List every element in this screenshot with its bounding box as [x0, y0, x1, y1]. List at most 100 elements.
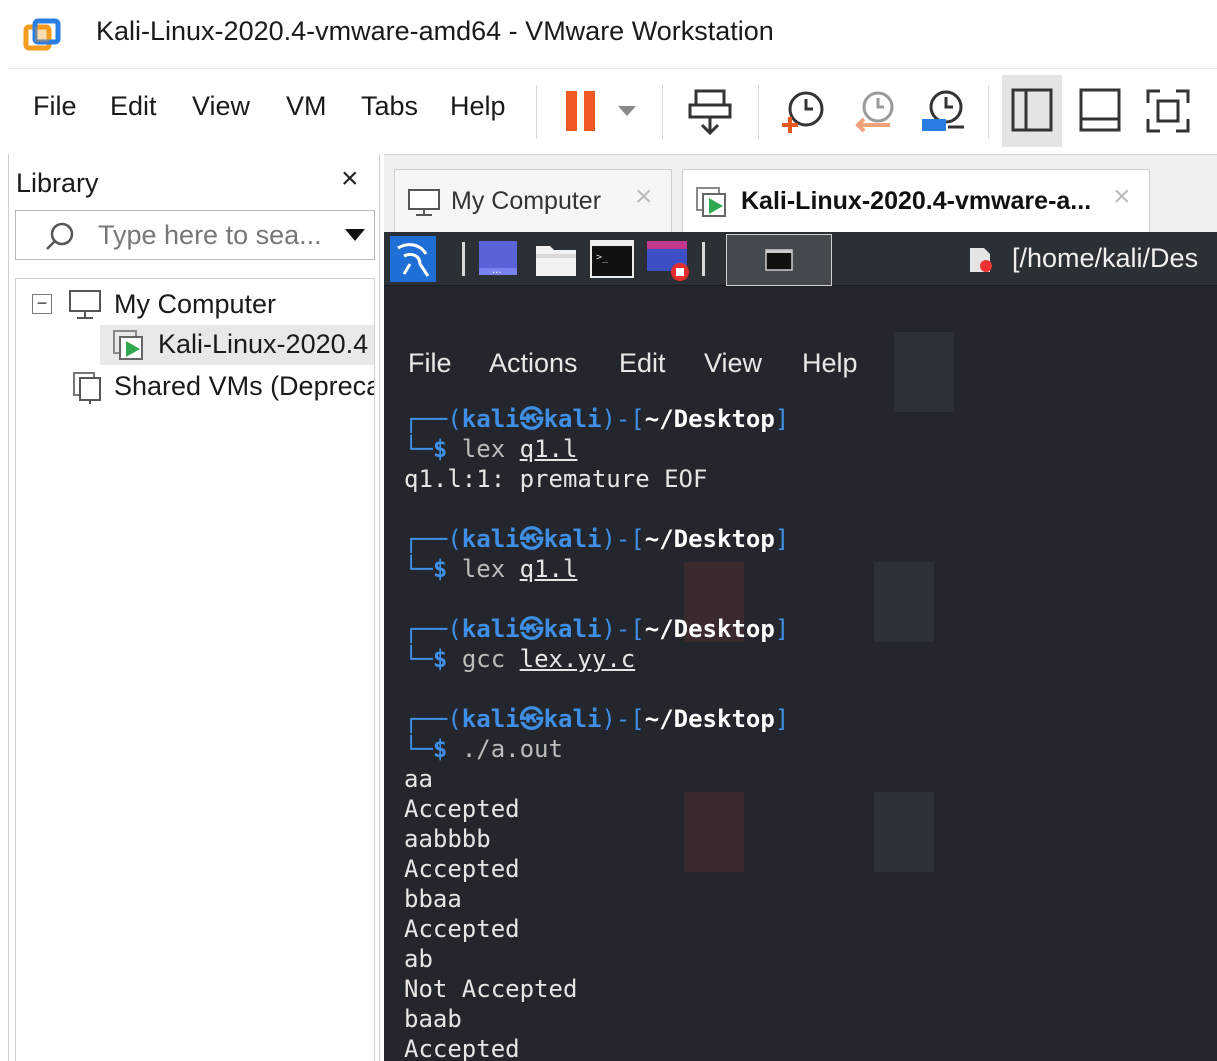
prompt-frame: ]	[774, 705, 790, 733]
prompt-frame: ]	[774, 405, 790, 433]
toolbar-separator	[536, 85, 537, 139]
terminal-prompt-line: ┌──(kali㉿kali)-[~/Desktop]	[404, 524, 789, 554]
full-screen-icon[interactable]	[1144, 87, 1192, 135]
command-name: gcc	[461, 645, 506, 673]
tree-item-label: Kali-Linux-2020.4	[158, 329, 369, 359]
take-snapshot-icon[interactable]	[780, 87, 828, 135]
prompt-frame: └─	[404, 435, 433, 463]
show-desktop-icon[interactable]: ...	[478, 240, 518, 278]
vmware-logo-icon	[23, 18, 61, 51]
desktop-file-icon	[684, 792, 744, 872]
prompt-user-host: kali㉿kali	[461, 615, 602, 643]
terminal-prompt-line: ┌──(kali㉿kali)-[~/Desktop]	[404, 404, 789, 434]
library-title: Library	[16, 168, 99, 198]
thumbnail-bar-icon[interactable]	[1078, 87, 1122, 133]
svg-text:>_: >_	[596, 252, 609, 263]
prompt-dollar: $	[432, 555, 462, 583]
menu-edit[interactable]: Edit	[110, 91, 157, 122]
menu-help[interactable]: Help	[450, 91, 506, 122]
terminal-menu-edit[interactable]: Edit	[619, 348, 666, 379]
command-name: lex	[461, 435, 506, 463]
terminal-command-line: └─$ gcc lex.yy.c	[404, 644, 635, 674]
tree-item-my-computer[interactable]: − My Computer	[16, 285, 374, 325]
svg-text:...: ...	[492, 265, 502, 276]
window-title: Kali-Linux-2020.4-vmware-amd64 - VMware …	[96, 16, 774, 46]
command-space	[505, 645, 519, 673]
revert-snapshot-icon[interactable]	[850, 87, 898, 135]
terminal-output-line: Accepted	[404, 1035, 520, 1061]
collapse-icon[interactable]: −	[32, 294, 52, 314]
prompt-frame: )-[	[601, 405, 645, 433]
terminal-output-line: baab	[404, 1005, 462, 1033]
panel-separator	[702, 242, 705, 276]
terminal-menu-help[interactable]: Help	[802, 348, 858, 379]
command-argument: q1.l	[519, 435, 578, 463]
terminal-launcher-icon[interactable]: >_	[590, 240, 634, 278]
terminal-menu-actions[interactable]: Actions	[489, 348, 578, 379]
terminal-command-line: └─$ lex q1.l	[404, 434, 577, 464]
show-library-toggle[interactable]	[1002, 75, 1062, 147]
shared-vms-icon	[73, 372, 101, 404]
terminal-command-line: └─$ ./a.out	[404, 734, 563, 764]
library-search-box	[15, 210, 375, 260]
prompt-user-host: kali㉿kali	[461, 705, 602, 733]
show-library-icon	[1011, 88, 1053, 132]
terminal-output-line: Accepted	[404, 915, 520, 943]
prompt-cwd: ~/Desktop	[644, 615, 775, 643]
command-name: lex	[461, 555, 506, 583]
toolbar-separator	[988, 85, 989, 139]
menu-file[interactable]: File	[33, 91, 77, 122]
title-bar: Kali-Linux-2020.4-vmware-amd64 - VMware …	[0, 0, 1217, 68]
library-tree: − My Computer Kali-Linux-2020.4 Shared V…	[15, 278, 375, 1061]
screen-recorder-icon[interactable]	[646, 240, 692, 282]
prompt-cwd: ~/Desktop	[644, 705, 775, 733]
pause-icon[interactable]	[560, 87, 602, 135]
terminal-output-line: aabbbb	[404, 825, 491, 853]
taskbar-terminal-window[interactable]	[726, 234, 832, 286]
terminal-output-line: bbaa	[404, 885, 462, 913]
prompt-frame: ┌──(	[404, 525, 462, 553]
prompt-frame: )-[	[601, 525, 645, 553]
menu-vm[interactable]: VM	[286, 91, 327, 122]
snapshot-manager-icon[interactable]	[918, 87, 968, 135]
guest-top-panel: ... >_ [/home/kali/Des	[384, 232, 1217, 286]
terminal-output-line: Accepted	[404, 795, 520, 823]
prompt-dollar: $	[432, 645, 462, 673]
prompt-frame: )-[	[601, 615, 645, 643]
send-ctrl-alt-del-icon[interactable]	[686, 87, 734, 137]
toolbar-separator	[662, 85, 663, 139]
file-manager-icon[interactable]	[534, 240, 578, 278]
terminal-menu-view[interactable]: View	[704, 348, 762, 379]
chevron-down-icon[interactable]	[344, 227, 366, 243]
library-search-input[interactable]	[98, 219, 334, 251]
search-icon	[46, 222, 74, 250]
terminal-output-line: Accepted	[404, 855, 520, 883]
tree-item-kali-linux[interactable]: Kali-Linux-2020.4	[100, 325, 374, 365]
vm-guest-screen[interactable]: ... >_ [/home/kali/Des File Actions Edit…	[384, 232, 1217, 1061]
tree-item-shared-vms[interactable]: Shared VMs (Deprecated)	[16, 367, 374, 407]
prompt-dollar: $	[432, 435, 462, 463]
prompt-frame: └─	[404, 735, 433, 763]
prompt-frame: ]	[774, 525, 790, 553]
prompt-frame: └─	[404, 555, 433, 583]
terminal-command-line: └─$ lex q1.l	[404, 554, 577, 584]
tab-kali-linux[interactable]: Kali-Linux-2020.4-vmware-a... ×	[682, 169, 1150, 233]
desktop-file-icon	[894, 332, 954, 412]
command-name: ./a.out	[461, 735, 563, 763]
prompt-cwd: ~/Desktop	[644, 405, 775, 433]
tab-close-button[interactable]: ×	[1113, 182, 1131, 212]
dropdown-icon[interactable]	[616, 103, 638, 119]
kali-menu-icon[interactable]	[390, 236, 436, 282]
library-close-button[interactable]: ×	[341, 164, 359, 194]
tab-my-computer[interactable]: My Computer ×	[394, 169, 672, 233]
tab-close-button[interactable]: ×	[635, 182, 653, 212]
vm-running-icon	[113, 330, 143, 360]
menu-tabs[interactable]: Tabs	[361, 91, 418, 122]
desktop-file-icon	[874, 562, 934, 642]
prompt-frame: ┌──(	[404, 405, 462, 433]
terminal-menu-file[interactable]: File	[408, 348, 452, 379]
terminal-prompt-line: ┌──(kali㉿kali)-[~/Desktop]	[404, 614, 789, 644]
tab-label: My Computer	[451, 187, 602, 215]
command-argument: lex.yy.c	[519, 645, 636, 673]
menu-view[interactable]: View	[192, 91, 250, 122]
